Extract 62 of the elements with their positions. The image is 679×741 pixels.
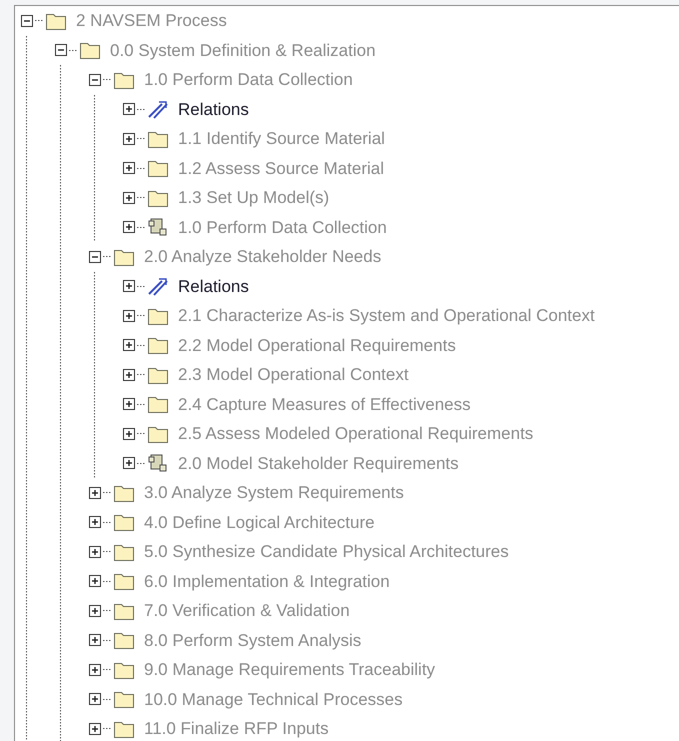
expand-icon[interactable] <box>89 664 101 676</box>
tree-item[interactable]: 4.0 Define Logical Architecture <box>144 510 375 535</box>
folder-icon <box>113 512 135 532</box>
folder-icon <box>113 571 135 592</box>
collapse-icon[interactable] <box>55 44 67 56</box>
expand-icon[interactable] <box>89 634 101 646</box>
tree-item[interactable]: 2.3 Model Operational Context <box>178 362 409 388</box>
expand-icon[interactable] <box>123 368 135 381</box>
tree-item[interactable]: Relations <box>178 274 249 299</box>
collapse-icon[interactable] <box>89 250 101 263</box>
tree-item[interactable]: 3.0 Analyze System Requirements <box>144 480 404 506</box>
folder-icon <box>147 158 169 178</box>
expand-icon[interactable] <box>123 310 135 322</box>
expand-icon[interactable] <box>123 339 135 352</box>
tree-item[interactable]: 1.0 Perform Data Collection <box>144 67 353 92</box>
tree-item[interactable]: 1.3 Set Up Model(s) <box>178 185 330 210</box>
folder-icon <box>79 40 101 60</box>
tree-item[interactable]: 1.2 Assess Source Material <box>178 156 384 181</box>
tree-item[interactable]: 0.0 System Definition & Realization <box>110 38 376 63</box>
expand-icon[interactable] <box>89 486 101 499</box>
tree-item[interactable]: 2.1 Characterize As-is System and Operational Context <box>178 303 595 328</box>
expand-icon[interactable] <box>123 221 135 234</box>
expand-icon[interactable] <box>123 457 135 470</box>
tree-item[interactable]: 1.1 Identify Source Material <box>178 126 385 152</box>
tree-item[interactable]: 7.0 Verification & Validation <box>144 598 350 624</box>
diagram-icon <box>147 217 169 238</box>
diagram-icon <box>147 453 169 474</box>
expand-icon[interactable] <box>123 162 135 174</box>
folder-icon <box>113 689 135 710</box>
tree-item[interactable]: 1.0 Perform Data Collection <box>178 214 387 240</box>
expand-icon[interactable] <box>123 103 135 116</box>
tree-item[interactable]: 2.4 Capture Measures of Effectiveness <box>178 392 471 417</box>
expand-icon[interactable] <box>89 722 101 735</box>
expand-icon[interactable] <box>89 604 101 617</box>
tree-item[interactable]: 10.0 Manage Technical Processes <box>144 686 403 712</box>
tree-item[interactable]: 2.5 Assess Modeled Operational Requirements <box>178 421 534 446</box>
tree-item[interactable]: 11.0 Finalize RFP Inputs <box>144 716 329 741</box>
tree-item[interactable]: 8.0 Perform System Analysis <box>144 628 362 653</box>
collapse-icon[interactable] <box>21 14 33 27</box>
folder-icon <box>113 630 135 650</box>
tree-item[interactable]: 2.2 Model Operational Requirements <box>178 332 456 358</box>
expand-icon[interactable] <box>123 280 135 292</box>
tree-item[interactable]: Relations <box>178 96 249 122</box>
expand-icon[interactable] <box>123 398 135 410</box>
relations-icon <box>147 99 169 120</box>
relations-icon <box>147 276 169 296</box>
folder-icon <box>147 335 169 356</box>
expand-icon[interactable] <box>89 516 101 528</box>
expand-icon[interactable] <box>89 546 101 558</box>
expand-icon[interactable] <box>89 575 101 588</box>
tree-item[interactable]: 5.0 Synthesize Candidate Physical Architectures <box>144 539 509 564</box>
tree-item[interactable]: 2.0 Model Stakeholder Requirements <box>178 450 459 476</box>
tree-item[interactable]: 9.0 Manage Requirements Traceability <box>144 657 436 682</box>
collapse-icon[interactable] <box>89 74 101 86</box>
expand-icon[interactable] <box>123 192 135 204</box>
tree-item[interactable]: 2 NAVSEM Process <box>76 8 227 34</box>
expand-icon[interactable] <box>123 428 135 440</box>
tree-item[interactable]: 2.0 Analyze Stakeholder Needs <box>144 244 382 270</box>
expand-icon[interactable] <box>89 693 101 706</box>
folder-icon <box>147 394 169 414</box>
tree-item[interactable]: 6.0 Implementation & Integration <box>144 568 390 594</box>
expand-icon[interactable] <box>123 132 135 145</box>
